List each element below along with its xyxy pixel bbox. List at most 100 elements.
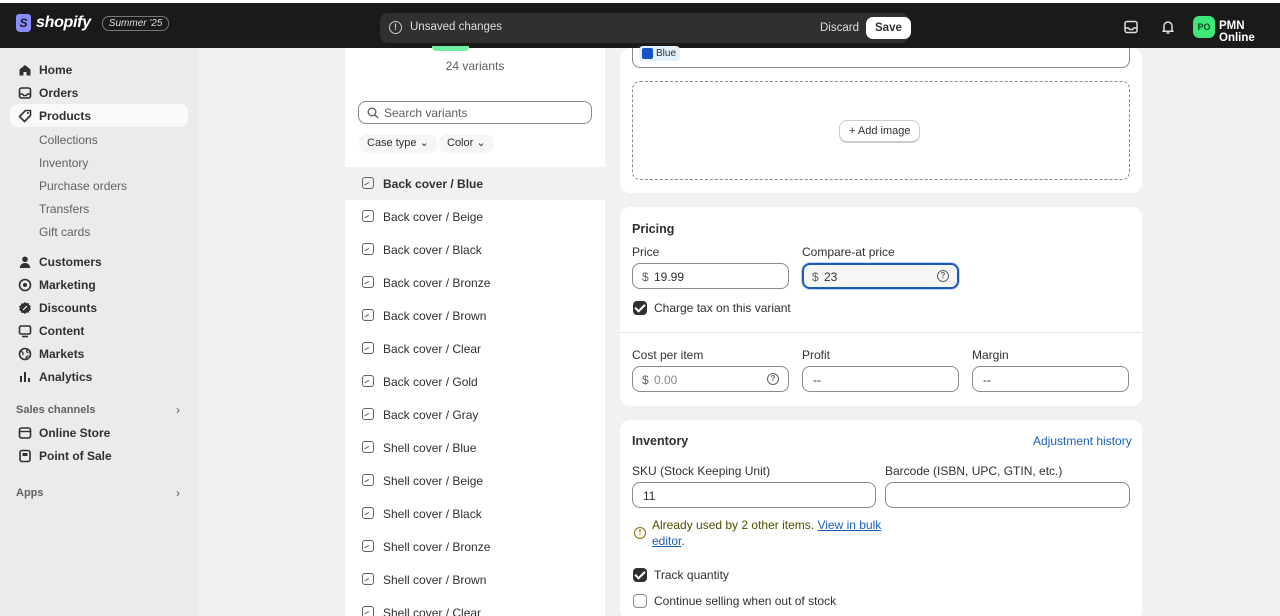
- sidebar-item-content[interactable]: Content: [10, 319, 188, 342]
- discard-button[interactable]: Discard: [816, 19, 863, 38]
- variant-row[interactable]: Shell cover / Black: [345, 497, 605, 530]
- sidebar-item-label: Orders: [39, 85, 79, 100]
- sku-field[interactable]: 11: [632, 482, 876, 508]
- option-value-field[interactable]: Blue: [632, 46, 1130, 68]
- pricing-card: Pricing Price $ 19.99 Compare-at price $…: [620, 207, 1142, 406]
- sidebar-item-products[interactable]: Products: [10, 104, 188, 127]
- chevron-down-icon: ⌄: [476, 137, 486, 149]
- cost-per-item-placeholder: 0.00: [654, 373, 678, 387]
- variant-label: Back cover / Gray: [383, 408, 479, 422]
- chevron-down-icon: ⌄: [419, 137, 429, 149]
- variant-row[interactable]: Back cover / Bronze: [345, 266, 605, 299]
- sidebar-item-discounts[interactable]: Discounts: [10, 296, 188, 319]
- profit-label: Profit: [802, 348, 831, 362]
- apps-heading[interactable]: Apps: [16, 487, 44, 499]
- discount-icon: [19, 301, 31, 314]
- sidebar-item-label: Point of Sale: [39, 448, 112, 463]
- sidebar-item-marketing[interactable]: Marketing: [10, 273, 188, 296]
- variant-row[interactable]: Back cover / Brown: [345, 299, 605, 332]
- sidebar-item-analytics[interactable]: Analytics: [10, 365, 188, 388]
- sidebar-subitem-purchase-orders[interactable]: Purchase orders: [39, 179, 127, 193]
- barcode-field[interactable]: [885, 482, 1130, 508]
- search-placeholder: Search variants: [384, 106, 468, 120]
- variant-label: Shell cover / Blue: [383, 441, 477, 455]
- cost-per-item-label: Cost per item: [632, 348, 704, 362]
- sidebar-item-label: Products: [39, 108, 92, 123]
- image-placeholder-icon: [362, 507, 374, 519]
- continue-selling-checkbox[interactable]: [633, 594, 647, 608]
- chevron-right-icon[interactable]: ›: [176, 486, 180, 500]
- shopify-logo[interactable]: S shopify Summer '25: [16, 14, 170, 32]
- avatar[interactable]: PO: [1193, 16, 1215, 38]
- add-image-label: Add image: [857, 125, 911, 137]
- variant-row[interactable]: Shell cover / Blue: [345, 431, 605, 464]
- charge-tax-checkbox[interactable]: [633, 301, 647, 315]
- currency-prefix: $: [642, 270, 649, 284]
- variant-row[interactable]: Back cover / Gray: [345, 398, 605, 431]
- sidebar-subitem-gift-cards[interactable]: Gift cards: [39, 225, 90, 239]
- image-dropzone[interactable]: + Add image: [632, 81, 1130, 180]
- sales-channels-heading[interactable]: Sales channels: [16, 404, 96, 416]
- bell-icon[interactable]: [1160, 19, 1176, 35]
- inbox-tray-icon[interactable]: [1123, 19, 1139, 35]
- variant-row[interactable]: Shell cover / Brown: [345, 563, 605, 596]
- sidebar-item-markets[interactable]: Markets: [10, 342, 188, 365]
- variant-row[interactable]: Shell cover / Beige: [345, 464, 605, 497]
- add-image-button[interactable]: + Add image: [839, 120, 921, 142]
- cost-per-item-field[interactable]: $ 0.00 ?: [632, 366, 789, 392]
- variants-panel: 24 variants Search variants Case type ⌄ …: [345, 46, 605, 616]
- sidebar-subitem-inventory[interactable]: Inventory: [39, 156, 88, 170]
- adjustment-history-link[interactable]: Adjustment history: [1033, 434, 1132, 448]
- barcode-label: Barcode (ISBN, UPC, GTIN, etc.): [885, 464, 1063, 478]
- help-icon[interactable]: ?: [767, 373, 779, 385]
- variant-row[interactable]: Shell cover / Clear: [345, 596, 605, 616]
- sidebar-subitem-transfers[interactable]: Transfers: [39, 202, 89, 216]
- sidebar-item-orders[interactable]: Orders: [10, 81, 188, 104]
- unsaved-changes-bar: ! Unsaved changes Discard Save: [380, 13, 911, 43]
- currency-prefix: $: [812, 270, 819, 284]
- variant-label: Shell cover / Bronze: [383, 540, 491, 554]
- content-icon: [18, 324, 32, 337]
- store-name[interactable]: PMN Online: [1219, 20, 1280, 44]
- edition-badge[interactable]: Summer '25: [101, 15, 170, 31]
- image-placeholder-icon: [362, 540, 374, 552]
- variant-row[interactable]: Back cover / Gold: [345, 365, 605, 398]
- search-variants-input[interactable]: Search variants: [358, 101, 592, 124]
- sidebar-item-online-store[interactable]: Online Store: [10, 421, 188, 444]
- variant-label: Shell cover / Beige: [383, 474, 484, 488]
- sku-value: 11: [643, 489, 656, 503]
- variant-row[interactable]: Back cover / Beige: [345, 200, 605, 233]
- sidebar-subitem-collections[interactable]: Collections: [39, 133, 98, 147]
- filter-case-type[interactable]: Case type ⌄: [359, 134, 437, 153]
- profit-value: --: [813, 373, 821, 387]
- image-placeholder-icon: [362, 573, 374, 585]
- sidebar-item-home[interactable]: Home: [10, 58, 188, 81]
- track-quantity-checkbox[interactable]: [633, 568, 647, 582]
- person-icon: [19, 256, 31, 268]
- variant-label: Back cover / Gold: [383, 375, 478, 389]
- sidebar-item-label: Content: [39, 323, 85, 338]
- sidebar-item-customers[interactable]: Customers: [10, 250, 188, 273]
- variant-row[interactable]: Shell cover / Bronze: [345, 530, 605, 563]
- price-field[interactable]: $ 19.99: [632, 263, 789, 289]
- warning-text: Already used by 2 other items.: [652, 518, 815, 532]
- image-placeholder-icon: [362, 441, 374, 453]
- variant-label: Shell cover / Clear: [383, 606, 482, 616]
- variant-row[interactable]: Back cover / Blue: [345, 167, 605, 200]
- pos-icon: [19, 449, 31, 462]
- variant-row[interactable]: Back cover / Black: [345, 233, 605, 266]
- continue-selling-label: Continue selling when out of stock: [654, 594, 837, 608]
- filter-label: Case type: [367, 137, 417, 149]
- sidebar-item-label: Markets: [39, 346, 85, 361]
- variant-row[interactable]: Back cover / Clear: [345, 332, 605, 365]
- image-placeholder-icon: [362, 606, 374, 616]
- chevron-right-icon[interactable]: ›: [176, 403, 180, 417]
- sidebar-item-point-of-sale[interactable]: Point of Sale: [10, 444, 188, 467]
- help-icon[interactable]: ?: [937, 270, 949, 282]
- variant-label: Back cover / Clear: [383, 342, 482, 356]
- save-button[interactable]: Save: [866, 17, 911, 39]
- filter-color[interactable]: Color ⌄: [439, 134, 494, 153]
- charge-tax-label: Charge tax on this variant: [654, 301, 791, 315]
- image-placeholder-icon: [362, 276, 374, 288]
- compare-at-price-field[interactable]: $ 23 ?: [802, 263, 959, 289]
